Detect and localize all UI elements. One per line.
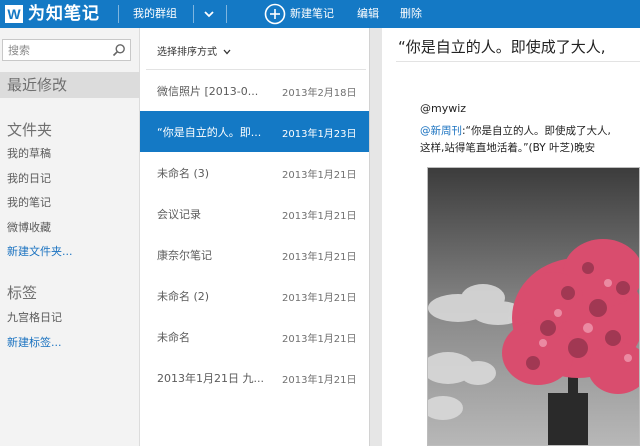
note-list-item[interactable]: 未命名 (2) 2013年1月21日 xyxy=(140,275,369,316)
folder-item-weibo[interactable]: 微博收藏 xyxy=(7,219,51,235)
search-icon[interactable] xyxy=(112,43,126,57)
search-input[interactable] xyxy=(3,40,107,60)
my-groups-button[interactable]: 我的群组 xyxy=(133,0,177,28)
top-toolbar: W 为知笔记 我的群组 新建笔记 编辑 删除 xyxy=(0,0,640,28)
sort-dropdown[interactable]: 选择排序方式 xyxy=(157,43,231,58)
folders-heading: 文件夹 xyxy=(7,121,53,139)
recent-edits-item[interactable]: 最近修改 xyxy=(0,72,139,98)
chevron-down-icon[interactable] xyxy=(203,8,215,20)
folder-item-diary[interactable]: 我的日记 xyxy=(7,170,51,186)
note-list-item[interactable]: 康奈尔笔记 2013年1月21日 xyxy=(140,234,369,275)
mention-link[interactable]: @新周刊 xyxy=(420,125,462,137)
note-list-item[interactable]: 2013年1月21日 九... 2013年1月21日 xyxy=(140,357,369,398)
app-title: 为知笔记 xyxy=(28,4,100,24)
chevron-down-icon xyxy=(223,49,231,55)
note-date: 2013年1月21日 xyxy=(282,334,357,345)
note-date: 2013年1月21日 xyxy=(282,375,357,386)
toolbar-divider xyxy=(118,5,119,23)
note-title: 微信照片 [2013-0... xyxy=(157,85,259,98)
logo-icon: W xyxy=(5,5,23,23)
note-title: “你是自立的人。即... xyxy=(157,126,262,139)
note-date: 2013年1月21日 xyxy=(282,170,357,181)
delete-button[interactable]: 删除 xyxy=(400,0,422,28)
edit-button[interactable]: 编辑 xyxy=(357,0,379,28)
note-list-item[interactable]: 未命名 2013年1月21日 xyxy=(140,316,369,357)
note-list-item-selected[interactable]: “你是自立的人。即... 2013年1月23日 xyxy=(140,111,369,152)
note-date: 2013年2月18日 xyxy=(282,88,357,99)
note-date: 2013年1月21日 xyxy=(282,293,357,304)
new-note-button[interactable]: 新建笔记 xyxy=(290,0,334,28)
note-list-item[interactable]: 会议记录 2013年1月21日 xyxy=(140,193,369,234)
note-list: 选择排序方式 微信照片 [2013-0... 2013年2月18日 “你是自立的… xyxy=(140,28,369,446)
folder-item-notes[interactable]: 我的笔记 xyxy=(7,194,51,210)
tag-item-grid-diary[interactable]: 九宫格日记 xyxy=(7,309,62,325)
note-title: 2013年1月21日 九... xyxy=(157,372,264,385)
note-photo xyxy=(427,167,640,446)
sort-label: 选择排序方式 xyxy=(157,47,217,58)
note-date: 2013年1月21日 xyxy=(282,252,357,263)
note-title: 未命名 (2) xyxy=(157,290,210,303)
note-heading: “你是自立的人。即使成了大人, xyxy=(398,38,606,56)
tree-photo-image xyxy=(428,168,639,445)
note-reader: “你是自立的人。即使成了大人, @mywiz @新周刊:“你是自立的人。即使成了… xyxy=(382,28,640,446)
heading-divider xyxy=(396,61,640,62)
note-author: @mywiz xyxy=(420,102,467,115)
new-tag-link[interactable]: 新建标签... xyxy=(7,334,62,350)
note-body-line: @新周刊:“你是自立的人。即使成了大人, xyxy=(420,123,611,138)
note-body-line: 这样,站得笔直地活着。”(BY 叶芝)晚安 xyxy=(420,142,596,154)
pane-splitter[interactable] xyxy=(369,28,382,446)
note-title: 会议记录 xyxy=(157,208,201,221)
note-body-text: :“你是自立的人。即使成了大人, xyxy=(462,125,611,137)
note-list-item[interactable]: 微信照片 [2013-0... 2013年2月18日 xyxy=(140,70,369,111)
note-list-item[interactable]: 未命名 (3) 2013年1月21日 xyxy=(140,152,369,193)
note-title: 未命名 (3) xyxy=(157,167,210,180)
sidebar: 最近修改 文件夹 我的草稿 我的日记 我的笔记 微博收藏 新建文件夹... 标签… xyxy=(0,28,139,446)
toolbar-divider xyxy=(226,5,227,23)
note-title: 康奈尔笔记 xyxy=(157,249,212,262)
toolbar-divider xyxy=(193,5,194,23)
search-box xyxy=(2,39,131,61)
note-date: 2013年1月23日 xyxy=(282,129,357,140)
tags-heading: 标签 xyxy=(7,284,38,302)
new-folder-link[interactable]: 新建文件夹... xyxy=(7,243,73,259)
note-title: 未命名 xyxy=(157,331,190,344)
note-date: 2013年1月21日 xyxy=(282,211,357,222)
folder-item-drafts[interactable]: 我的草稿 xyxy=(7,145,51,161)
add-circle-icon[interactable] xyxy=(264,3,286,25)
